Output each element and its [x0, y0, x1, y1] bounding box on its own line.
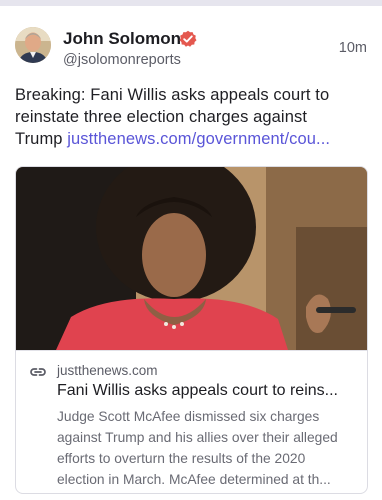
author-handle[interactable]: @jsolomonreports: [63, 52, 181, 68]
link-preview-card[interactable]: justthenews.com Fani Willis asks appeals…: [15, 166, 368, 494]
post-text-segment: Trump: [15, 130, 68, 148]
post-text: Breaking: Fani Willis asks appeals court…: [15, 84, 367, 150]
post-text-line: Trump justthenews.com/government/cou...: [15, 128, 367, 150]
card-description-line: against Trump and his allies over their …: [57, 430, 338, 445]
card-description-line: election in March. McAfee determined at …: [57, 472, 331, 487]
verified-check-icon: [179, 30, 197, 47]
card-body: justthenews.com Fani Willis asks appeals…: [16, 350, 367, 493]
avatar-photo: [15, 27, 51, 63]
post-header: John Solomon @jsolomonreports 10m: [15, 27, 367, 71]
card-description-line: Judge Scott McAfee dismissed six charges: [57, 409, 320, 424]
post-text-line: Breaking: Fani Willis asks appeals court…: [15, 86, 330, 104]
post-link[interactable]: justthenews.com/government/cou...: [67, 130, 330, 148]
card-description-line: efforts to overturn the results of the 2…: [57, 451, 306, 466]
post-text-line: reinstate three election charges against: [15, 108, 308, 126]
card-thumbnail-image: [16, 167, 367, 350]
card-domain: justthenews.com: [57, 363, 158, 378]
link-icon: [30, 368, 46, 376]
avatar[interactable]: [15, 27, 51, 63]
post-timestamp[interactable]: 10m: [339, 40, 367, 56]
author-name[interactable]: John Solomon: [63, 29, 181, 49]
top-divider: [0, 0, 382, 6]
card-title[interactable]: Fani Willis asks appeals court to reins.…: [57, 382, 357, 400]
card-description: Judge Scott McAfee dismissed six charges…: [57, 406, 353, 490]
